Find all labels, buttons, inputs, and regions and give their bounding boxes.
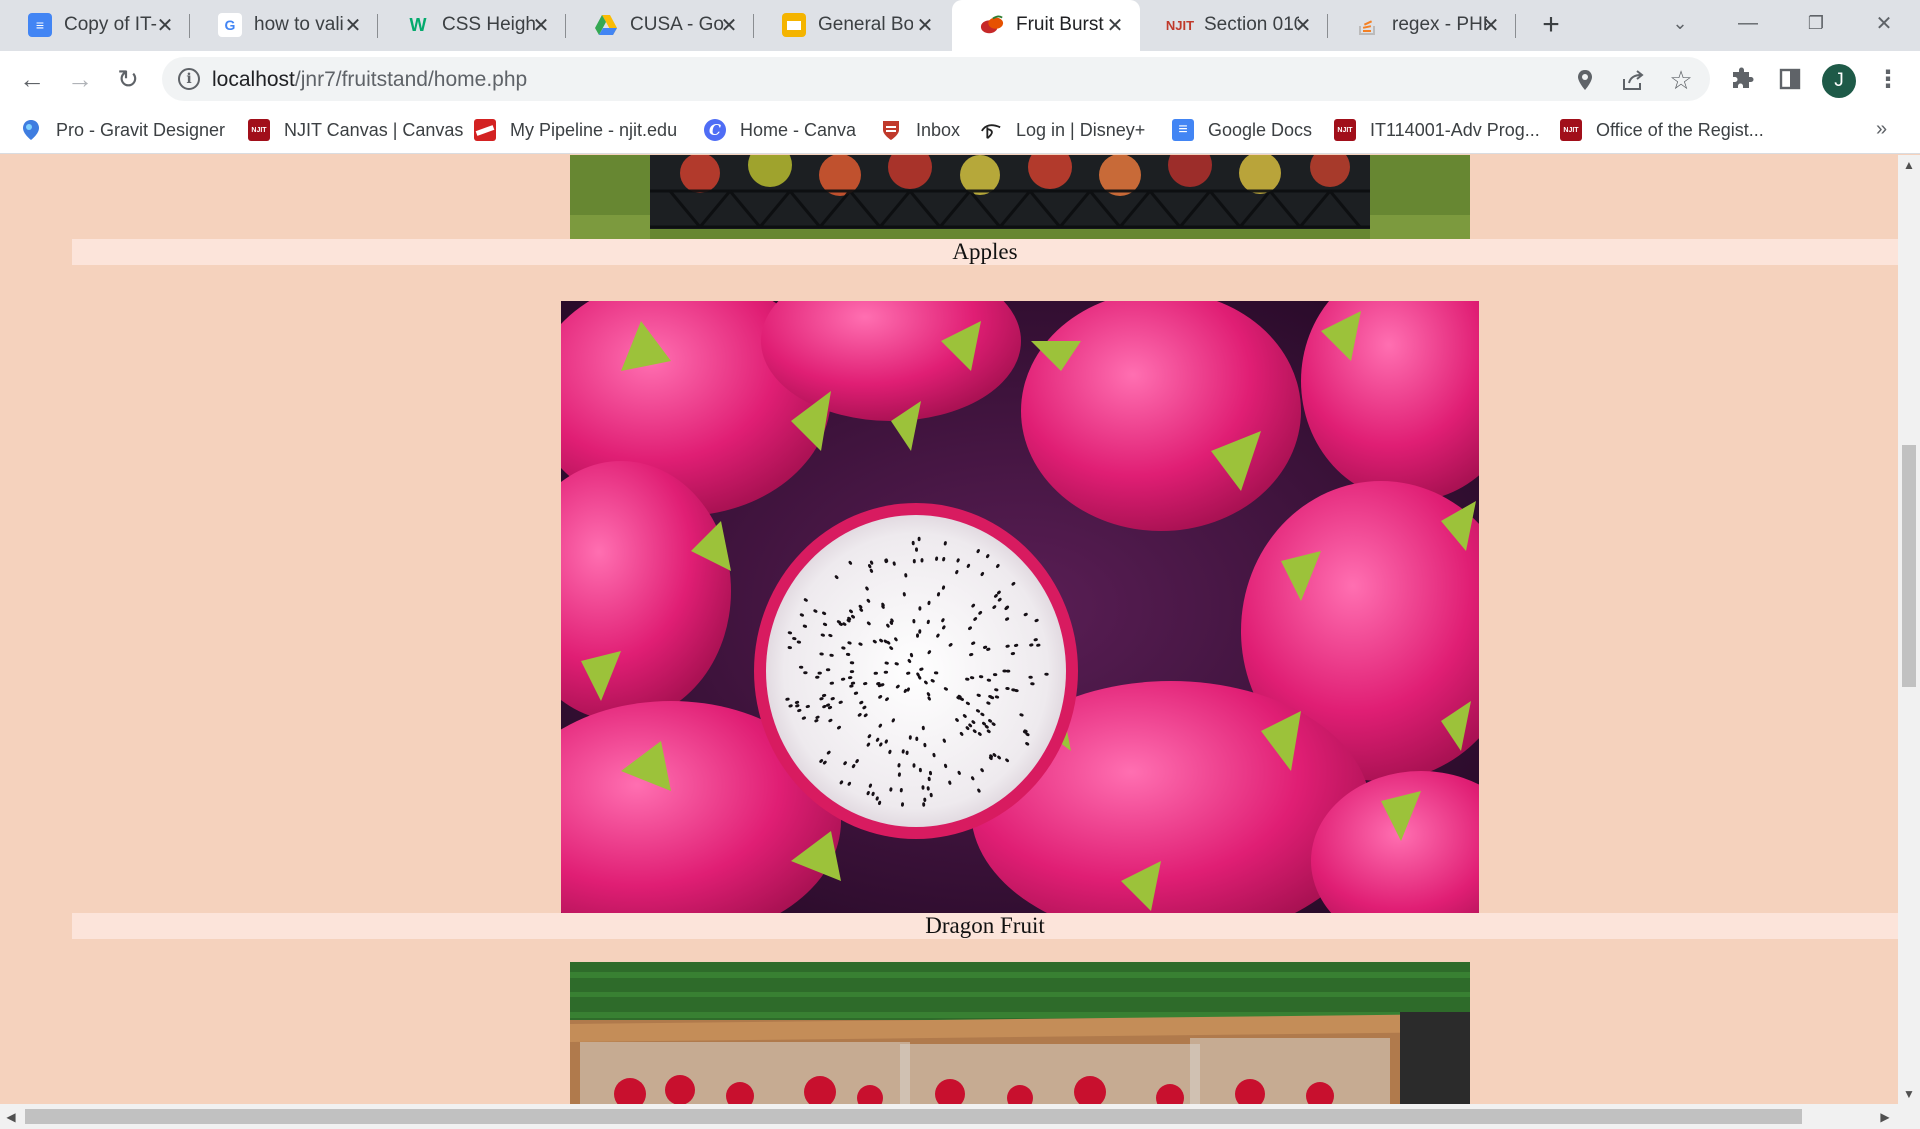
close-icon[interactable]: ✕: [1478, 12, 1504, 38]
bookmark-my-pipeline[interactable]: My Pipeline - njit.edu: [474, 116, 677, 144]
reload-button[interactable]: ↻: [110, 61, 146, 97]
tab-title: Copy of IT-: [64, 14, 157, 35]
close-icon[interactable]: ✕: [1290, 12, 1316, 38]
scroll-down-arrow-icon[interactable]: ▼: [1898, 1084, 1920, 1104]
njit-pipeline-icon: [474, 119, 496, 141]
close-icon[interactable]: ✕: [716, 12, 742, 38]
google-docs-icon: ≡: [1172, 119, 1194, 141]
njit-icon: NJIT: [1560, 119, 1582, 141]
bookmark-google-docs[interactable]: ≡ Google Docs: [1172, 116, 1312, 144]
tab-title: how to vali: [254, 14, 344, 35]
bookmark-njit-canvas[interactable]: NJIT NJIT Canvas | Canvas: [248, 116, 463, 144]
bookmark-star-icon[interactable]: ☆: [1668, 65, 1694, 95]
bookmark-canva[interactable]: C Home - Canva: [704, 116, 856, 144]
njit-shield-icon: [880, 119, 902, 141]
bookmark-label: Inbox: [916, 119, 961, 140]
tab-search-icon[interactable]: ⌄: [1660, 6, 1700, 40]
njit-icon: NJIT: [1165, 17, 1195, 33]
bookmarks-bar: Pro - Gravit Designer NJIT NJIT Canvas |…: [0, 106, 1920, 154]
tab-w3schools[interactable]: W CSS Height ✕: [378, 0, 566, 51]
vertical-scroll-thumb[interactable]: [1902, 445, 1916, 687]
profile-avatar[interactable]: J: [1822, 64, 1856, 98]
dragon-fruit-image: [561, 301, 1479, 913]
fruit-icon: [980, 13, 1004, 37]
back-button[interactable]: ←: [14, 61, 50, 97]
minimize-button[interactable]: —: [1728, 6, 1768, 40]
bookmark-disney-plus[interactable]: Log in | Disney+: [980, 116, 1145, 144]
extensions-icon[interactable]: [1724, 61, 1760, 97]
scroll-left-arrow-icon[interactable]: ◀: [0, 1104, 22, 1129]
restore-button[interactable]: ❐: [1796, 6, 1836, 40]
bookmark-label: My Pipeline - njit.edu: [510, 119, 678, 140]
site-info-icon[interactable]: i: [178, 68, 200, 90]
url-path: /jnr7/fruitstand/home.php: [294, 68, 528, 91]
bookmark-gravit[interactable]: Pro - Gravit Designer: [20, 116, 225, 144]
fruit-caption-dragon-fruit: Dragon Fruit: [72, 913, 1898, 939]
forward-button[interactable]: →: [62, 61, 98, 97]
w3schools-icon: W: [409, 14, 427, 35]
tab-fruit-burst[interactable]: Fruit Burst ✕: [952, 0, 1140, 51]
bookmark-label: Pro - Gravit Designer: [56, 119, 226, 140]
njit-icon: NJIT: [1334, 119, 1356, 141]
horizontal-scroll-thumb[interactable]: [25, 1109, 1802, 1124]
tab-title: CSS Height: [442, 14, 537, 35]
google-drive-icon: [594, 13, 618, 37]
scroll-right-arrow-icon[interactable]: ▶: [1874, 1104, 1896, 1129]
address-url[interactable]: localhost/jnr7/fruitstand/home.php: [212, 68, 527, 92]
tab-title: CUSA - Goo: [630, 14, 725, 35]
bookmark-label: IT114001-Adv Prog...: [1370, 119, 1540, 140]
bookmark-label: Home - Canva: [740, 119, 857, 140]
new-tab-button[interactable]: +: [1534, 8, 1568, 42]
stackoverflow-icon: [1356, 13, 1380, 37]
side-panel-icon[interactable]: [1772, 61, 1808, 97]
tab-regex-php[interactable]: regex - PHP ✕: [1328, 0, 1516, 51]
tab-copy-of-it[interactable]: ≡ Copy of IT- ✕: [0, 0, 190, 51]
vertical-scrollbar[interactable]: ▲ ▼: [1898, 155, 1920, 1104]
bookmark-inbox[interactable]: Inbox: [880, 116, 960, 144]
bookmark-label: NJIT Canvas | Canvas: [284, 119, 464, 140]
tab-title: General Boo: [818, 14, 913, 35]
tab-google-search[interactable]: G how to vali ✕: [190, 0, 378, 51]
page-viewport: Apples Dragon Fruit: [0, 155, 1898, 1104]
close-window-button[interactable]: ✕: [1864, 6, 1904, 40]
tab-title: regex - PHP: [1392, 14, 1487, 35]
more-bookmarks-chevron-icon[interactable]: »: [1876, 118, 1887, 141]
bookmark-it114001[interactable]: NJIT IT114001-Adv Prog...: [1334, 116, 1540, 144]
disney-icon: [980, 119, 1002, 141]
fruit-caption-apples: Apples: [72, 239, 1898, 265]
apples-image: [570, 155, 1470, 239]
canva-icon: C: [704, 119, 726, 141]
close-icon[interactable]: ✕: [912, 12, 938, 38]
close-icon[interactable]: ✕: [528, 12, 554, 38]
location-pin-icon[interactable]: [1572, 67, 1598, 93]
share-icon[interactable]: [1620, 67, 1646, 93]
close-icon[interactable]: ✕: [1102, 12, 1128, 38]
tab-title: Section 010: [1204, 14, 1299, 35]
tab-google-slides[interactable]: General Boo ✕: [754, 0, 950, 51]
google-icon: G: [218, 13, 242, 37]
tab-strip: ≡ Copy of IT- ✕ G how to vali ✕ W CSS He…: [0, 0, 1920, 51]
tab-separator: [1515, 14, 1516, 38]
google-slides-icon: [782, 13, 806, 37]
menu-kebab-icon[interactable]: ⋮: [1870, 61, 1906, 97]
scroll-up-arrow-icon[interactable]: ▲: [1898, 155, 1920, 175]
bookmark-label: Log in | Disney+: [1016, 119, 1146, 140]
tab-title: Fruit Burst: [1016, 14, 1104, 35]
close-icon[interactable]: ✕: [152, 12, 178, 38]
horizontal-scrollbar[interactable]: ◀ ▶: [0, 1104, 1920, 1129]
tab-section-010[interactable]: NJIT Section 010 ✕: [1140, 0, 1328, 51]
browser-toolbar: ← → ↻ i localhost/jnr7/fruitstand/home.p…: [0, 51, 1920, 106]
strawberries-image: [570, 962, 1470, 1104]
google-docs-icon: ≡: [28, 13, 52, 37]
tab-google-drive[interactable]: CUSA - Goo ✕: [566, 0, 754, 51]
bookmark-label: Office of the Regist...: [1596, 119, 1764, 140]
url-host: localhost: [212, 68, 295, 91]
close-icon[interactable]: ✕: [340, 12, 366, 38]
address-bar[interactable]: i localhost/jnr7/fruitstand/home.php ☆: [162, 57, 1710, 101]
njit-icon: NJIT: [248, 119, 270, 141]
bookmark-registrar[interactable]: NJIT Office of the Regist...: [1560, 116, 1764, 144]
gravit-icon: [20, 119, 42, 141]
bookmark-label: Google Docs: [1208, 119, 1313, 140]
